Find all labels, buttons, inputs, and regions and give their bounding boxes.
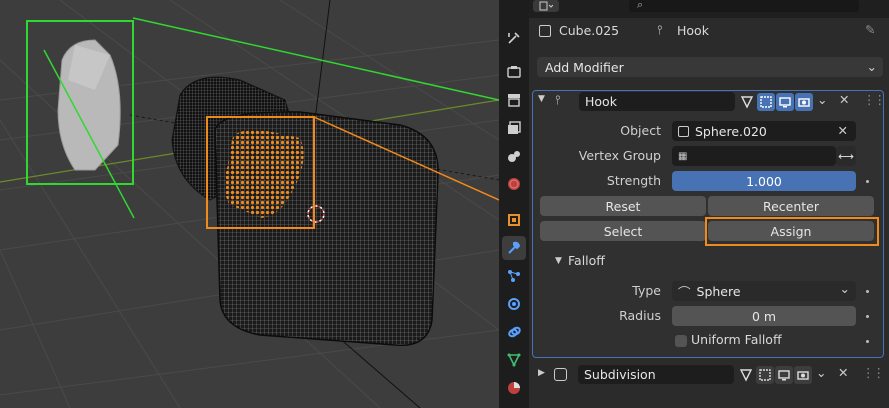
strength-value: 1.000: [746, 173, 782, 189]
vertex-group-icon: ▦: [678, 150, 688, 162]
material-icon[interactable]: [502, 376, 526, 400]
strength-label: Strength: [606, 173, 661, 188]
hook-modifier-icon: ⫯: [555, 92, 561, 107]
modifier-properties-panel: ⌕ Cube.025 ⫯ Hook ✎ Add Modifier ⌄ ▼ ⫯ H…: [529, 0, 889, 408]
reset-label: Reset: [605, 198, 641, 214]
pin-icon[interactable]: ✎: [865, 22, 875, 37]
strength-slider[interactable]: 1.000: [672, 171, 856, 191]
hook-modifier-header: ▼ ⫯ Hook ⌄ ✕ ⋮⋮: [533, 91, 886, 113]
edit-cage-icon[interactable]: [737, 366, 755, 384]
viewport-scene: [0, 0, 499, 408]
assign-orange-highlight: [705, 217, 879, 246]
chevron-down-icon: ⌄: [866, 59, 877, 74]
reset-button[interactable]: Reset: [540, 196, 706, 216]
keyframe-dot[interactable]: [866, 290, 869, 293]
uniform-falloff-checkbox[interactable]: [675, 335, 687, 347]
subdivision-name-value: Subdivision: [584, 367, 656, 382]
hook-icon: ⫯: [657, 22, 663, 37]
viewport-display-icon[interactable]: [775, 366, 793, 384]
hook-modifier-panel: ▼ ⫯ Hook ⌄ ✕ ⋮⋮ Object Sphere.020 ✕ Vert…: [532, 90, 886, 358]
falloff-collapse-arrow-icon[interactable]: ▼: [555, 256, 562, 266]
radius-label: Radius: [619, 308, 661, 323]
invert-vertex-group-icon[interactable]: ⟷: [836, 146, 856, 166]
breadcrumb: Cube.025 ⫯ Hook ✎: [529, 18, 889, 46]
keyframe-dot[interactable]: [866, 340, 869, 343]
keyframe-dot[interactable]: [866, 315, 869, 318]
modifier-menu-chevron-icon[interactable]: ⌄: [817, 92, 827, 107]
expand-arrow-icon[interactable]: ▶: [538, 368, 545, 378]
modifier-icon[interactable]: [502, 236, 526, 260]
collapse-arrow-icon[interactable]: ▼: [538, 94, 545, 104]
properties-editor: ⌕ Cube.025 ⫯ Hook ✎ Add Modifier ⌄ ▼ ⫯ H…: [499, 0, 889, 408]
select-button[interactable]: Select: [540, 221, 706, 241]
view-layer-icon[interactable]: [502, 116, 526, 140]
render-icon[interactable]: [502, 60, 526, 84]
add-modifier-label: Add Modifier: [545, 59, 624, 75]
subdivision-modifier-icon: [554, 368, 567, 381]
chevron-down-icon: ⌄: [839, 281, 850, 296]
data-icon[interactable]: [502, 348, 526, 372]
drag-handle-icon[interactable]: ⋮⋮: [862, 365, 885, 380]
viewport-display-icon[interactable]: [776, 93, 794, 111]
search-icon: ⌕: [637, 0, 644, 11]
drag-handle-icon[interactable]: ⋮⋮: [863, 92, 886, 107]
properties-tab-strip: [499, 0, 529, 408]
radius-field[interactable]: 0 m: [672, 306, 856, 326]
breadcrumb-object: Cube.025: [559, 23, 620, 38]
object-field-icon: [678, 125, 689, 137]
remove-modifier-close-icon[interactable]: ✕: [839, 92, 849, 107]
object-label: Object: [620, 123, 661, 138]
tool-icon[interactable]: [502, 26, 526, 50]
vertex-group-label: Vertex Group: [578, 148, 661, 163]
keyframe-dot[interactable]: [866, 180, 869, 183]
editor-header: ⌕: [529, 0, 889, 18]
particles-icon[interactable]: [502, 264, 526, 288]
object-data-icon: [539, 25, 551, 37]
subdivision-name-field[interactable]: Subdivision: [578, 365, 734, 384]
render-camera-icon[interactable]: [794, 366, 812, 384]
3d-viewport[interactable]: [0, 0, 499, 408]
breadcrumb-modifier: Hook: [677, 23, 709, 38]
falloff-type-value: Sphere: [696, 283, 741, 299]
edit-cage-icon[interactable]: [738, 93, 756, 111]
recenter-label: Recenter: [762, 198, 820, 214]
modifier-menu-chevron-icon[interactable]: ⌄: [816, 365, 826, 380]
object-field[interactable]: Sphere.020 ✕: [672, 121, 856, 141]
physics-icon[interactable]: [502, 292, 526, 316]
edit-mode-icon[interactable]: [756, 366, 774, 384]
hook-name-value: Hook: [585, 94, 617, 109]
select-label: Select: [603, 223, 643, 239]
scene-icon[interactable]: [502, 144, 526, 168]
falloff-title: Falloff: [568, 253, 605, 268]
add-modifier-dropdown[interactable]: Add Modifier ⌄: [537, 57, 883, 77]
world-icon[interactable]: [502, 172, 526, 196]
render-camera-icon[interactable]: [795, 93, 813, 111]
falloff-type-dropdown[interactable]: ⌒ Sphere ⌄: [672, 281, 856, 301]
output-icon[interactable]: [502, 88, 526, 112]
uniform-falloff-label: Uniform Falloff: [691, 332, 782, 347]
recenter-button[interactable]: Recenter: [708, 196, 874, 216]
object-field-value: Sphere.020: [695, 123, 767, 139]
clear-object-close-icon[interactable]: ✕: [838, 123, 848, 138]
radius-value: 0 m: [751, 308, 777, 324]
object-icon[interactable]: [502, 208, 526, 232]
falloff-type-label: Type: [632, 283, 661, 298]
remove-modifier-close-icon[interactable]: ✕: [838, 365, 848, 380]
search-input[interactable]: ⌕: [629, 0, 859, 12]
sphere-falloff-icon: ⌒: [678, 284, 691, 300]
vertex-group-field[interactable]: ▦: [672, 146, 836, 166]
edit-mode-icon[interactable]: [757, 93, 775, 111]
constraints-icon[interactable]: [502, 320, 526, 344]
editor-type-button[interactable]: [533, 0, 559, 12]
hook-name-field[interactable]: Hook: [579, 92, 735, 111]
subdivision-modifier-header: ▶ Subdivision ⌄ ✕ ⋮⋮: [532, 364, 885, 386]
